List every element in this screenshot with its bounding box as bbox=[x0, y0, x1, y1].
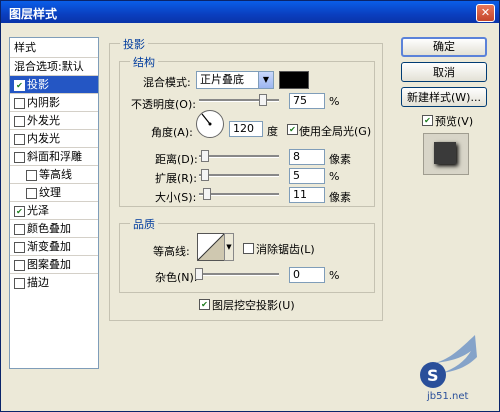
close-button[interactable]: ✕ bbox=[476, 4, 495, 22]
spread-slider-track[interactable] bbox=[199, 174, 279, 177]
sidebar-item-outer-glow[interactable]: 外发光 bbox=[10, 112, 98, 130]
noise-label: 杂色(N): bbox=[155, 271, 198, 284]
close-icon: ✕ bbox=[480, 6, 491, 19]
distance-label: 距离(D): bbox=[155, 153, 198, 166]
checkbox-icon[interactable] bbox=[14, 98, 25, 109]
size-slider-track[interactable] bbox=[199, 193, 279, 196]
noise-slider-thumb[interactable] bbox=[195, 268, 203, 280]
style-preview bbox=[423, 133, 469, 175]
angle-label: 角度(A): bbox=[151, 126, 193, 139]
checkbox-icon[interactable] bbox=[14, 134, 25, 145]
distance-slider-thumb[interactable] bbox=[201, 150, 209, 162]
checkbox-icon[interactable] bbox=[14, 242, 25, 253]
global-light-checkbox[interactable]: ✔ bbox=[287, 124, 298, 135]
spread-unit: % bbox=[329, 170, 340, 183]
styles-list: 样式 混合选项:默认 ✔ 投影 内阴影 外发光 内发光 斜面和浮雕 等高线 纹理… bbox=[9, 37, 99, 369]
opacity-input[interactable]: 75 bbox=[289, 93, 325, 109]
noise-slider-track[interactable] bbox=[195, 273, 279, 276]
spread-input[interactable]: 5 bbox=[289, 168, 325, 184]
svg-text:S: S bbox=[427, 366, 439, 385]
preview-checkbox[interactable]: ✔ bbox=[422, 115, 433, 126]
noise-input[interactable]: 0 bbox=[289, 267, 325, 283]
contour-dropdown-chevron-icon[interactable]: ▼ bbox=[224, 233, 234, 261]
angle-dial[interactable] bbox=[196, 110, 224, 138]
contour-picker[interactable] bbox=[197, 233, 225, 261]
ok-button[interactable]: 确定 bbox=[401, 37, 487, 57]
blend-mode-value: 正片叠底 bbox=[200, 73, 244, 86]
sidebar-item-color-overlay[interactable]: 颜色叠加 bbox=[10, 220, 98, 238]
sidebar-item-blend-options[interactable]: 混合选项:默认 bbox=[10, 58, 98, 76]
site-watermark-logo: S jb51.net bbox=[405, 329, 493, 407]
checkbox-icon[interactable] bbox=[14, 224, 25, 235]
checkbox-icon[interactable] bbox=[14, 152, 25, 163]
sidebar-item-stroke[interactable]: 描边 bbox=[10, 274, 98, 292]
checkbox-icon[interactable] bbox=[14, 278, 25, 289]
preview-swatch bbox=[434, 142, 456, 164]
window-title: 图层样式 bbox=[9, 7, 58, 21]
angle-unit: 度 bbox=[267, 125, 278, 138]
sidebar-item-satin[interactable]: ✔ 光泽 bbox=[10, 202, 98, 220]
blend-mode-label: 混合模式: bbox=[143, 76, 191, 89]
opacity-slider-thumb[interactable] bbox=[259, 94, 267, 106]
sidebar-item-inner-glow[interactable]: 内发光 bbox=[10, 130, 98, 148]
sidebar-item-drop-shadow[interactable]: ✔ 投影 bbox=[10, 76, 98, 94]
sidebar-item-contour[interactable]: 等高线 bbox=[10, 166, 98, 184]
distance-input[interactable]: 8 bbox=[289, 149, 325, 165]
quality-title: 品质 bbox=[130, 216, 158, 232]
shadow-color-swatch[interactable] bbox=[279, 71, 309, 89]
checkbox-icon[interactable] bbox=[14, 116, 25, 127]
knockout-checkbox[interactable]: ✔ bbox=[199, 299, 210, 310]
preview-label: 预览(V) bbox=[435, 115, 474, 128]
watermark-text: jb51.net bbox=[427, 391, 469, 402]
checkbox-checked-icon[interactable]: ✔ bbox=[14, 206, 25, 217]
spread-slider-thumb[interactable] bbox=[201, 169, 209, 181]
anti-alias-checkbox[interactable] bbox=[243, 243, 254, 254]
sidebar-item-gradient-overlay[interactable]: 渐变叠加 bbox=[10, 238, 98, 256]
opacity-unit: % bbox=[329, 95, 340, 108]
structure-title: 结构 bbox=[130, 54, 158, 70]
sidebar-item-bevel-emboss[interactable]: 斜面和浮雕 bbox=[10, 148, 98, 166]
layer-style-dialog: 图层样式 ✕ 样式 混合选项:默认 ✔ 投影 内阴影 外发光 内发光 斜面和浮雕 bbox=[0, 0, 500, 412]
global-light-label: 使用全局光(G) bbox=[299, 125, 372, 138]
cancel-button[interactable]: 取消 bbox=[401, 62, 487, 82]
checkbox-icon[interactable] bbox=[14, 260, 25, 271]
distance-unit: 像素 bbox=[329, 153, 351, 166]
angle-input[interactable]: 120 bbox=[229, 121, 263, 137]
sidebar-item-inner-shadow[interactable]: 内阴影 bbox=[10, 94, 98, 112]
contour-label: 等高线: bbox=[153, 245, 190, 258]
styles-list-header[interactable]: 样式 bbox=[10, 38, 98, 58]
sidebar-item-texture[interactable]: 纹理 bbox=[10, 184, 98, 202]
spread-label: 扩展(R): bbox=[155, 172, 197, 185]
opacity-label: 不透明度(O): bbox=[131, 98, 196, 111]
drop-shadow-title: 投影 bbox=[120, 36, 148, 52]
size-input[interactable]: 11 bbox=[289, 187, 325, 203]
anti-alias-label: 消除锯齿(L) bbox=[256, 243, 315, 256]
knockout-label: 图层挖空投影(U) bbox=[212, 299, 295, 312]
sidebar-item-pattern-overlay[interactable]: 图案叠加 bbox=[10, 256, 98, 274]
size-unit: 像素 bbox=[329, 191, 351, 204]
size-label: 大小(S): bbox=[155, 191, 197, 204]
checkbox-icon[interactable] bbox=[26, 170, 37, 181]
size-slider-thumb[interactable] bbox=[203, 188, 211, 200]
checkbox-icon[interactable] bbox=[26, 188, 37, 199]
contour-curve-icon bbox=[197, 233, 225, 261]
checkbox-checked-icon[interactable]: ✔ bbox=[14, 80, 25, 91]
noise-unit: % bbox=[329, 269, 340, 282]
opacity-slider-track[interactable] bbox=[199, 99, 279, 102]
chevron-down-icon[interactable]: ▼ bbox=[258, 72, 273, 88]
new-style-button[interactable]: 新建样式(W)... bbox=[401, 87, 487, 107]
angle-needle-icon bbox=[201, 113, 212, 126]
distance-slider-track[interactable] bbox=[199, 155, 279, 158]
blend-mode-select[interactable]: 正片叠底 ▼ bbox=[196, 71, 274, 89]
title-bar[interactable]: 图层样式 ✕ bbox=[1, 1, 499, 23]
